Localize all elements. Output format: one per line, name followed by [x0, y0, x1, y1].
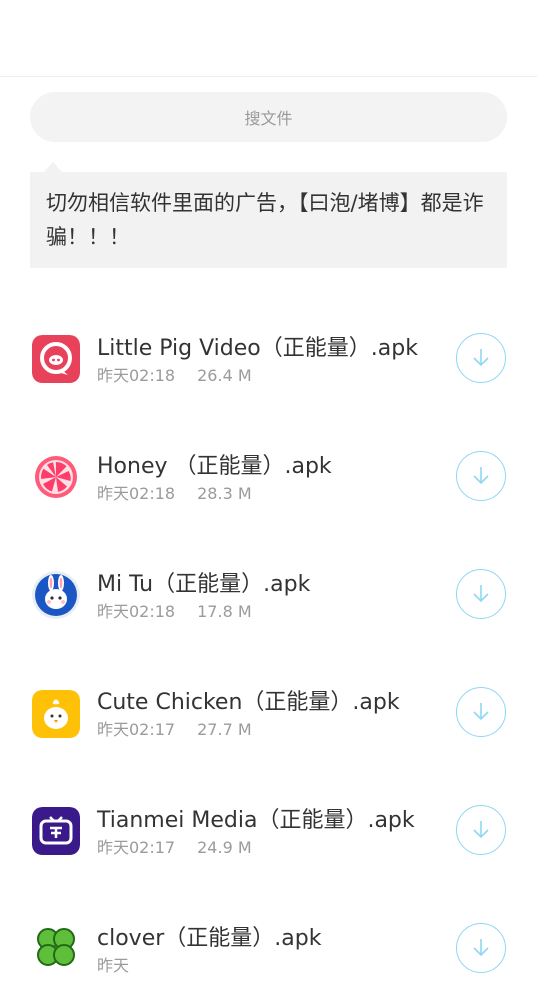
file-name: Cute Chicken（正能量）.apk — [97, 690, 400, 715]
file-time: 昨天 — [97, 956, 130, 975]
download-button[interactable] — [456, 333, 506, 383]
warning-notice: 切勿相信软件里面的广告，【曰泡/堵博】都是诈骗！！！ — [30, 162, 507, 268]
download-arrow-icon — [473, 467, 489, 485]
search-input[interactable]: 搜文件 — [30, 92, 507, 142]
download-button[interactable] — [456, 569, 506, 619]
file-meta: 昨天02:18 17.8 M — [97, 598, 252, 622]
grapefruit-icon — [32, 453, 80, 501]
clover-icon — [32, 923, 80, 971]
search-placeholder: 搜文件 — [244, 109, 293, 128]
download-arrow-icon — [473, 349, 489, 367]
download-arrow-icon — [473, 821, 489, 839]
download-button[interactable] — [456, 451, 506, 501]
rabbit-icon — [32, 571, 80, 619]
file-size: 28.3 M — [197, 484, 252, 503]
download-arrow-icon — [473, 585, 489, 603]
file-meta: 昨天02:18 26.4 M — [97, 362, 252, 386]
file-name: Mi Tu（正能量）.apk — [97, 572, 311, 597]
download-arrow-icon — [473, 703, 489, 721]
download-button[interactable] — [456, 805, 506, 855]
file-row[interactable]: Mi Tu（正能量）.apk 昨天02:18 17.8 M — [0, 536, 537, 654]
file-name: Honey （正能量）.apk — [97, 454, 332, 479]
file-size: 26.4 M — [197, 366, 252, 385]
download-button[interactable] — [456, 687, 506, 737]
file-row[interactable]: Little Pig Video（正能量）.apk 昨天02:18 26.4 M — [0, 300, 537, 418]
file-meta: 昨天02:18 28.3 M — [97, 480, 252, 504]
top-bar — [0, 0, 537, 77]
file-size: 24.9 M — [197, 838, 252, 857]
file-time: 昨天02:18 — [97, 602, 176, 621]
file-meta: 昨天02:17 24.9 M — [97, 834, 252, 858]
file-name: clover（正能量）.apk — [97, 926, 322, 951]
file-size: 17.8 M — [197, 602, 252, 621]
file-row[interactable]: Tianmei Media（正能量）.apk 昨天02:17 24.9 M — [0, 772, 537, 890]
file-time: 昨天02:18 — [97, 366, 176, 385]
file-size: 27.7 M — [197, 720, 252, 739]
file-time: 昨天02:17 — [97, 720, 176, 739]
file-row[interactable]: Honey （正能量）.apk 昨天02:18 28.3 M — [0, 418, 537, 536]
file-name: Little Pig Video（正能量）.apk — [97, 336, 418, 361]
download-arrow-icon — [473, 939, 489, 957]
tv-icon — [32, 807, 80, 855]
file-time: 昨天02:18 — [97, 484, 176, 503]
file-row[interactable]: Cute Chicken（正能量）.apk 昨天02:17 27.7 M — [0, 654, 537, 772]
file-name: Tianmei Media（正能量）.apk — [97, 808, 415, 833]
file-meta: 昨天02:17 27.7 M — [97, 716, 252, 740]
chick-icon — [32, 690, 80, 738]
file-row[interactable]: clover（正能量）.apk 昨天 — [0, 890, 537, 1008]
notice-text: 切勿相信软件里面的广告，【曰泡/堵博】都是诈骗！！！ — [46, 191, 484, 249]
pig-icon — [32, 335, 80, 383]
file-time: 昨天02:17 — [97, 838, 176, 857]
download-button[interactable] — [456, 923, 506, 973]
